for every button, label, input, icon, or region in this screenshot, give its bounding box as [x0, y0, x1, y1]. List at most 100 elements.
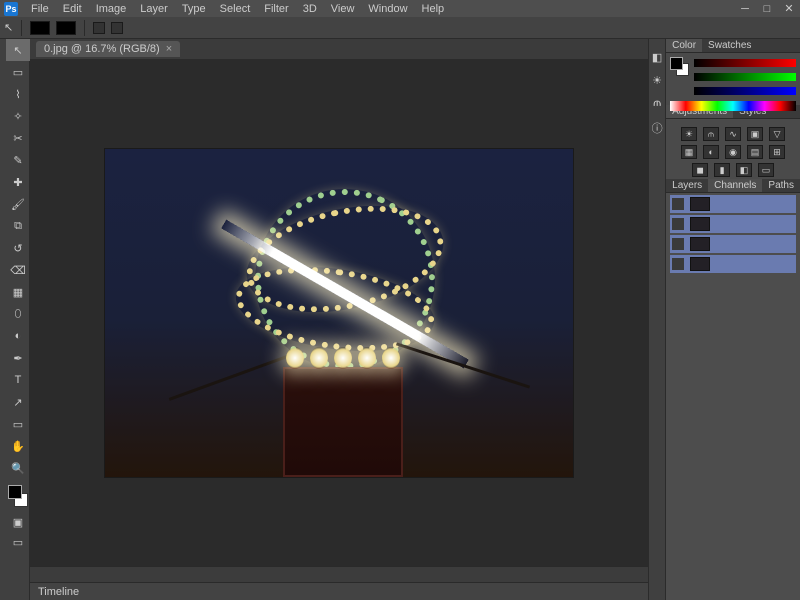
color-lookup-icon[interactable]: ⊞	[769, 145, 785, 159]
layers-panel-tabs: LayersChannelsPaths	[666, 179, 800, 193]
hand-tool[interactable]: ✋	[6, 435, 30, 457]
canvas-image	[105, 149, 573, 477]
magic-wand-tool[interactable]: ✧	[6, 105, 30, 127]
channel-thumbnail	[690, 237, 710, 251]
window-controls: ─ □ ✕	[734, 1, 800, 17]
menu-edit[interactable]: Edit	[56, 2, 89, 16]
toolbox: ↖▭⌇✧✂✎✚🖌⧉↺⌫▦⬯◐✒T↗▭✋🔍 ▣ ▭	[6, 39, 30, 600]
color-spectrum[interactable]	[670, 101, 796, 111]
red-slider[interactable]	[694, 59, 796, 67]
crop-tool[interactable]: ✂	[6, 127, 30, 149]
path-select-tool[interactable]: ↗	[6, 391, 30, 413]
tab-swatches[interactable]: Swatches	[702, 39, 757, 52]
type-tool[interactable]: T	[6, 369, 30, 391]
history-brush-tool[interactable]: ↺	[6, 237, 30, 259]
channel-mixer-icon[interactable]: ▤	[747, 145, 763, 159]
lasso-tool[interactable]: ⌇	[6, 83, 30, 105]
close-tab-icon[interactable]: ×	[166, 43, 172, 55]
foreground-background-color[interactable]	[6, 483, 30, 511]
eraser-tool[interactable]: ⌫	[6, 259, 30, 281]
threshold-adjustment-icon[interactable]: ◧	[736, 163, 752, 177]
visibility-icon[interactable]	[672, 198, 684, 210]
blue-slider[interactable]	[694, 87, 796, 95]
channel-thumbnail	[690, 257, 710, 271]
move-tool[interactable]: ↖	[6, 39, 30, 61]
healing-brush-tool[interactable]: ✚	[6, 171, 30, 193]
brush-tool[interactable]: 🖌	[6, 193, 30, 215]
menu-window[interactable]: Window	[361, 2, 414, 16]
tab-channels[interactable]: Channels	[708, 179, 762, 192]
menu-help[interactable]: Help	[415, 2, 452, 16]
brightness-adjustment-icon[interactable]: ☀	[681, 127, 697, 141]
channel-row[interactable]	[670, 195, 796, 213]
visibility-icon[interactable]	[672, 238, 684, 250]
posterize-adjustment-icon[interactable]: ▮	[714, 163, 730, 177]
screen-mode-button[interactable]: ▭	[6, 533, 30, 551]
document-tabbar: 0.jpg @ 16.7% (RGB/8) ×	[30, 39, 648, 59]
invert-adjustment-icon[interactable]: ◼	[692, 163, 708, 177]
maximize-button[interactable]: □	[756, 1, 778, 17]
blur-tool[interactable]: ⬯	[6, 303, 30, 325]
photo-filter-icon[interactable]: ◉	[725, 145, 741, 159]
pen-tool[interactable]: ✒	[6, 347, 30, 369]
option-checkbox-2[interactable]	[111, 22, 123, 34]
tab-paths[interactable]: Paths	[762, 179, 800, 192]
curves-adjustment-icon[interactable]: ∿	[725, 127, 741, 141]
eyedropper-tool[interactable]: ✎	[6, 149, 30, 171]
tab-color[interactable]: Color	[666, 39, 702, 52]
channel-row[interactable]	[670, 255, 796, 273]
histogram-panel-icon[interactable]: ⫙	[653, 97, 661, 110]
adjustments-panel-icon[interactable]: ☀	[652, 74, 662, 87]
channel-thumbnail	[690, 217, 710, 231]
canvas-viewport[interactable]	[30, 59, 648, 566]
green-slider[interactable]	[694, 73, 796, 81]
info-panel-icon[interactable]: ⓘ	[652, 120, 663, 136]
menu-select[interactable]: Select	[213, 2, 258, 16]
bw-adjustment-icon[interactable]: ◐	[703, 145, 719, 159]
minimize-button[interactable]: ─	[734, 1, 756, 17]
rectangle-tool[interactable]: ▭	[6, 413, 30, 435]
menu-image[interactable]: Image	[89, 2, 134, 16]
levels-adjustment-icon[interactable]: ⫙	[703, 127, 719, 141]
options-bar: ↖	[0, 17, 800, 39]
color-panel	[666, 53, 800, 105]
foreground-swatch[interactable]	[30, 21, 50, 35]
app-logo: Ps	[4, 2, 18, 16]
menu-filter[interactable]: Filter	[257, 2, 295, 16]
quick-mask-button[interactable]: ▣	[6, 513, 30, 531]
color-panel-icon[interactable]: ◧	[652, 51, 662, 64]
collapsed-panel-strip: ◧ ☀ ⫙ ⓘ	[649, 39, 666, 600]
document-tab[interactable]: 0.jpg @ 16.7% (RGB/8) ×	[36, 41, 180, 57]
vibrance-adjustment-icon[interactable]: ▽	[769, 127, 785, 141]
menu-type[interactable]: Type	[175, 2, 213, 16]
hue-adjustment-icon[interactable]: ▦	[681, 145, 697, 159]
menu-layer[interactable]: Layer	[133, 2, 175, 16]
menu-3d[interactable]: 3D	[296, 2, 324, 16]
horizontal-scrollbar[interactable]	[30, 566, 648, 582]
dodge-tool[interactable]: ◐	[6, 325, 30, 347]
color-panel-tabs: ColorSwatches	[666, 39, 800, 53]
close-button[interactable]: ✕	[778, 1, 800, 17]
menubar: Ps FileEditImageLayerTypeSelectFilter3DV…	[0, 0, 800, 17]
visibility-icon[interactable]	[672, 218, 684, 230]
clone-stamp-tool[interactable]: ⧉	[6, 215, 30, 237]
option-checkbox-1[interactable]	[93, 22, 105, 34]
gradient-tool[interactable]: ▦	[6, 281, 30, 303]
marquee-tool[interactable]: ▭	[6, 61, 30, 83]
document-tab-label: 0.jpg @ 16.7% (RGB/8)	[44, 43, 160, 55]
menu-view[interactable]: View	[324, 2, 362, 16]
visibility-icon[interactable]	[672, 258, 684, 270]
color-fg-bg[interactable]	[670, 57, 690, 77]
channel-row[interactable]	[670, 215, 796, 233]
menu-file[interactable]: File	[24, 2, 56, 16]
timeline-panel-header[interactable]: Timeline	[30, 582, 648, 600]
tab-layers[interactable]: Layers	[666, 179, 708, 192]
exposure-adjustment-icon[interactable]: ▣	[747, 127, 763, 141]
right-panel-dock: ◧☀⫙ⓘ ColorSwatches AdjustmentsStyles	[648, 39, 800, 600]
timeline-label: Timeline	[38, 586, 79, 598]
background-swatch[interactable]	[56, 21, 76, 35]
channel-row[interactable]	[670, 235, 796, 253]
zoom-tool[interactable]: 🔍	[6, 457, 30, 479]
channels-panel	[666, 193, 800, 600]
gradient-map-icon[interactable]: ▭	[758, 163, 774, 177]
